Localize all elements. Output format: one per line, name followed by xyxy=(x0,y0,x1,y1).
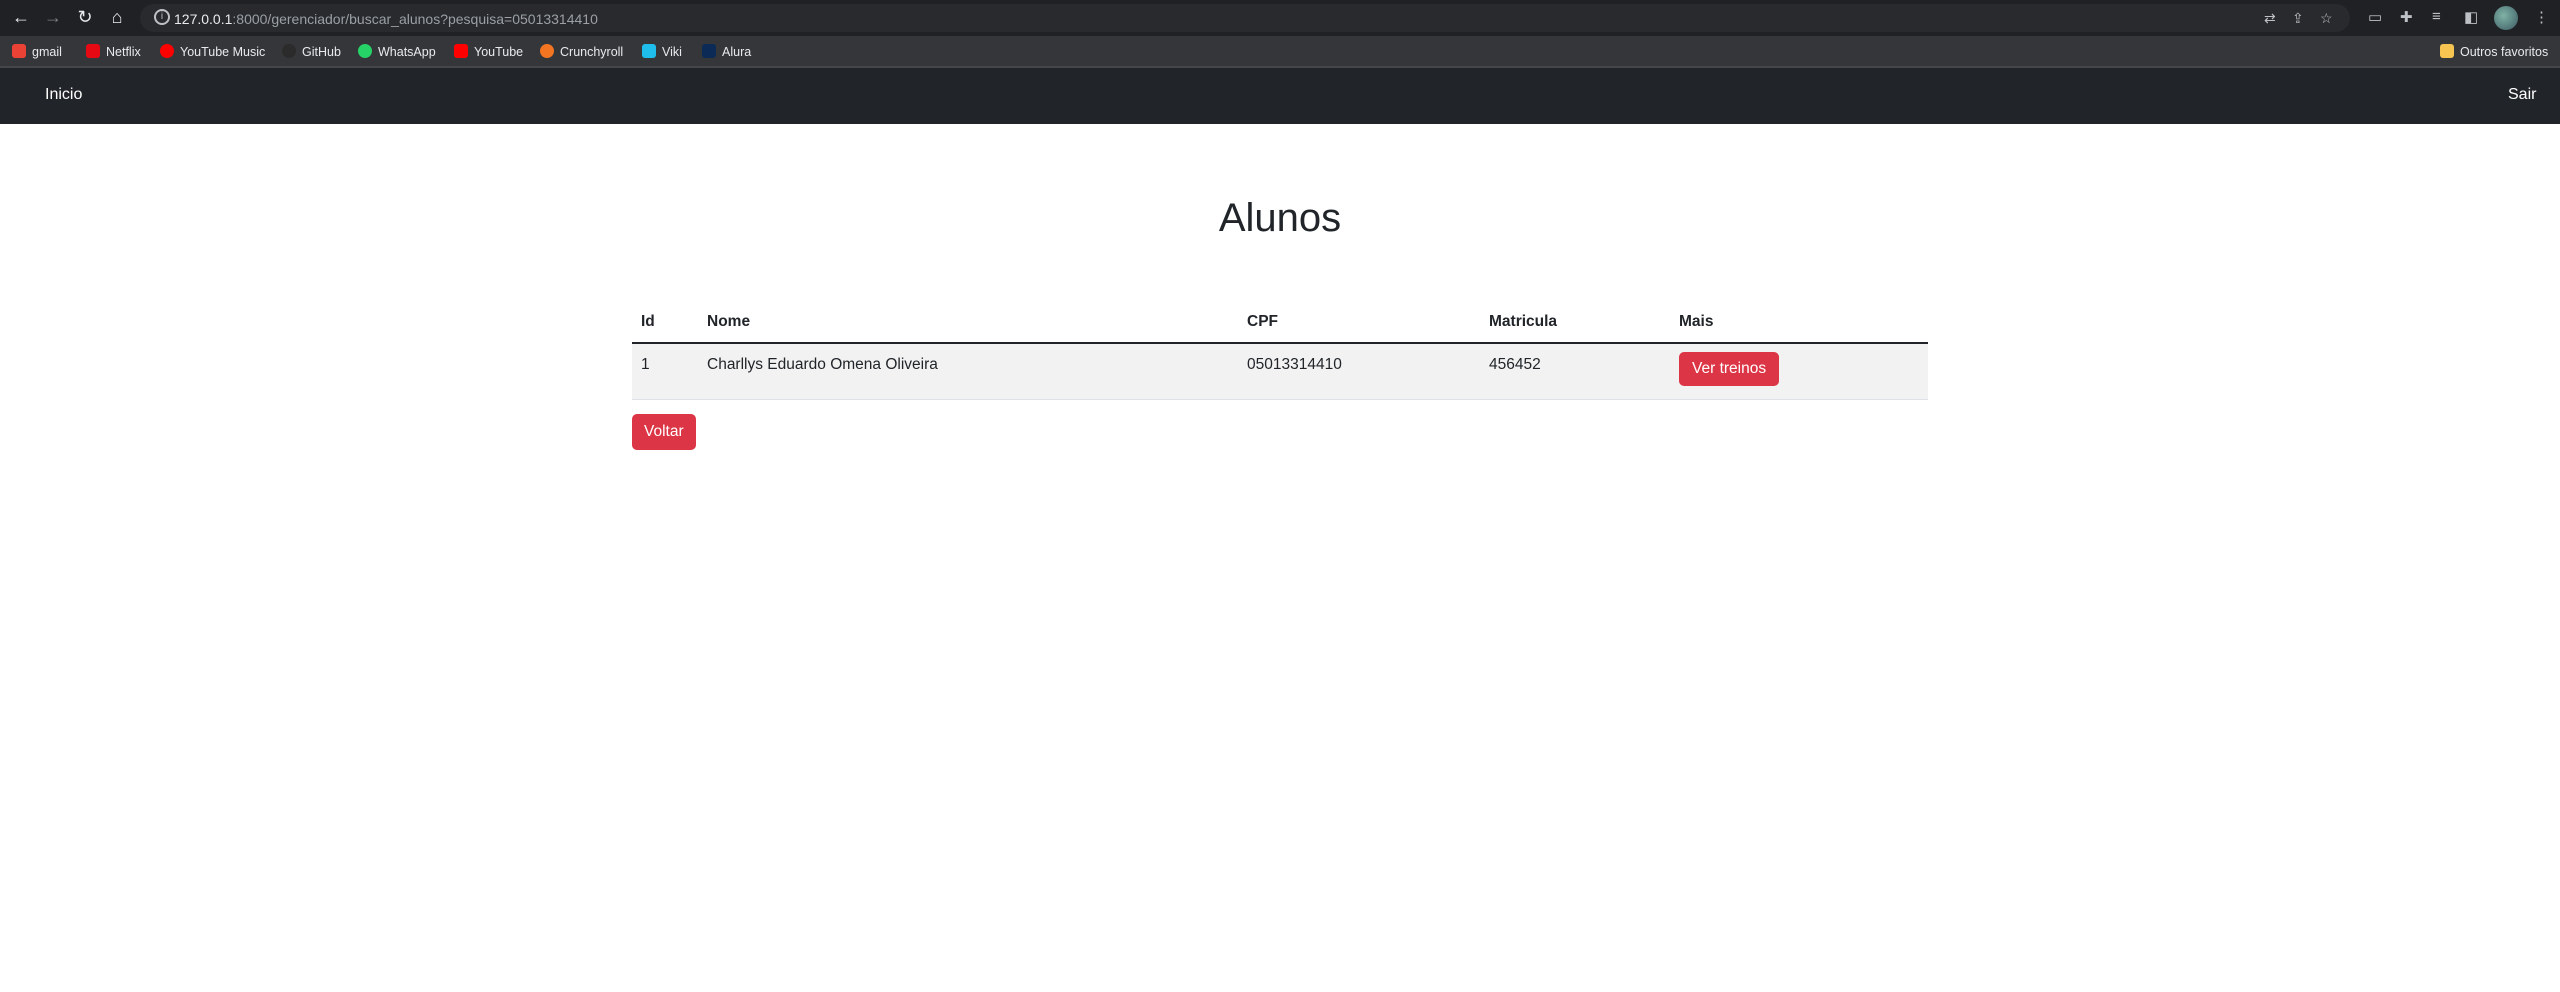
bookmarks-bar: gmail Netflix YouTube Music GitHub Whats… xyxy=(0,36,2560,68)
bookmark-github[interactable]: GitHub xyxy=(282,44,341,59)
alura-icon xyxy=(702,44,716,58)
share-icon[interactable]: ⇪ xyxy=(2292,10,2304,27)
browser-menu-icon[interactable]: ⋮ xyxy=(2534,8,2549,26)
github-icon xyxy=(282,44,296,58)
forward-arrow-icon[interactable]: → xyxy=(42,6,64,28)
view-workouts-button[interactable]: Ver treinos xyxy=(1679,352,1780,386)
back-button[interactable]: Voltar xyxy=(632,414,696,450)
site-info-icon[interactable]: i xyxy=(154,9,170,25)
cell-id: 1 xyxy=(632,343,698,400)
url-text[interactable]: 127.0.0.1:8000/gerenciador/buscar_alunos… xyxy=(174,11,598,27)
other-bookmarks-folder[interactable]: Outros favoritos xyxy=(2440,44,2548,59)
home-icon[interactable]: ⌂ xyxy=(106,6,128,28)
bookmark-viki[interactable]: Viki xyxy=(642,44,682,59)
browser-toolbar: ← → ↻ ⌂ i 127.0.0.1:8000/gerenciador/bus… xyxy=(0,0,2560,36)
column-header-nome: Nome xyxy=(698,302,1238,344)
whatsapp-icon xyxy=(358,44,372,58)
nav-home-link[interactable]: Inicio xyxy=(45,86,82,104)
youtube-music-icon xyxy=(160,44,174,58)
bookmark-youtube[interactable]: YouTube xyxy=(454,44,523,59)
address-bar[interactable]: i 127.0.0.1:8000/gerenciador/buscar_alun… xyxy=(140,4,2350,32)
gmail-icon xyxy=(12,44,26,58)
column-header-id: Id xyxy=(632,302,698,344)
tab-search-icon[interactable]: ▭ xyxy=(2368,8,2382,26)
back-arrow-icon[interactable]: ← xyxy=(10,6,32,28)
profile-avatar[interactable] xyxy=(2494,6,2518,30)
netflix-icon xyxy=(86,44,100,58)
reload-icon[interactable]: ↻ xyxy=(74,6,96,28)
crunchyroll-icon xyxy=(540,44,554,58)
column-header-matricula: Matricula xyxy=(1480,302,1670,344)
cell-mais: Ver treinos xyxy=(1670,343,1928,400)
logout-link[interactable]: Sair xyxy=(2508,86,2536,104)
bookmark-youtube-music[interactable]: YouTube Music xyxy=(160,44,265,59)
bookmark-gmail[interactable]: gmail xyxy=(12,44,62,59)
page-title: Alunos xyxy=(1218,196,1342,240)
side-panel-icon[interactable]: ◧ xyxy=(2464,8,2478,26)
bookmark-star-icon[interactable]: ☆ xyxy=(2320,10,2333,27)
youtube-icon xyxy=(454,44,468,58)
table-header-row: Id Nome CPF Matricula Mais xyxy=(632,302,1928,344)
translate-icon[interactable]: ⇄ xyxy=(2264,10,2276,27)
viki-icon xyxy=(642,44,656,58)
column-header-mais: Mais xyxy=(1670,302,1928,344)
bookmark-crunchyroll[interactable]: Crunchyroll xyxy=(540,44,623,59)
table-row: 1 Charllys Eduardo Omena Oliveira 050133… xyxy=(632,343,1928,400)
column-header-cpf: CPF xyxy=(1238,302,1480,344)
app-navbar: Inicio Sair xyxy=(0,68,2560,124)
bookmark-netflix[interactable]: Netflix xyxy=(86,44,141,59)
extensions-icon[interactable]: ✚ xyxy=(2400,8,2413,26)
bookmark-whatsapp[interactable]: WhatsApp xyxy=(358,44,436,59)
cell-matricula: 456452 xyxy=(1480,343,1670,400)
reading-list-icon[interactable]: ≡ xyxy=(2432,8,2441,25)
bookmark-alura[interactable]: Alura xyxy=(702,44,751,59)
students-table: Id Nome CPF Matricula Mais 1 Charllys Ed… xyxy=(632,302,1928,400)
cell-nome: Charllys Eduardo Omena Oliveira xyxy=(698,343,1238,400)
cell-cpf: 05013314410 xyxy=(1238,343,1480,400)
folder-icon xyxy=(2440,44,2454,58)
